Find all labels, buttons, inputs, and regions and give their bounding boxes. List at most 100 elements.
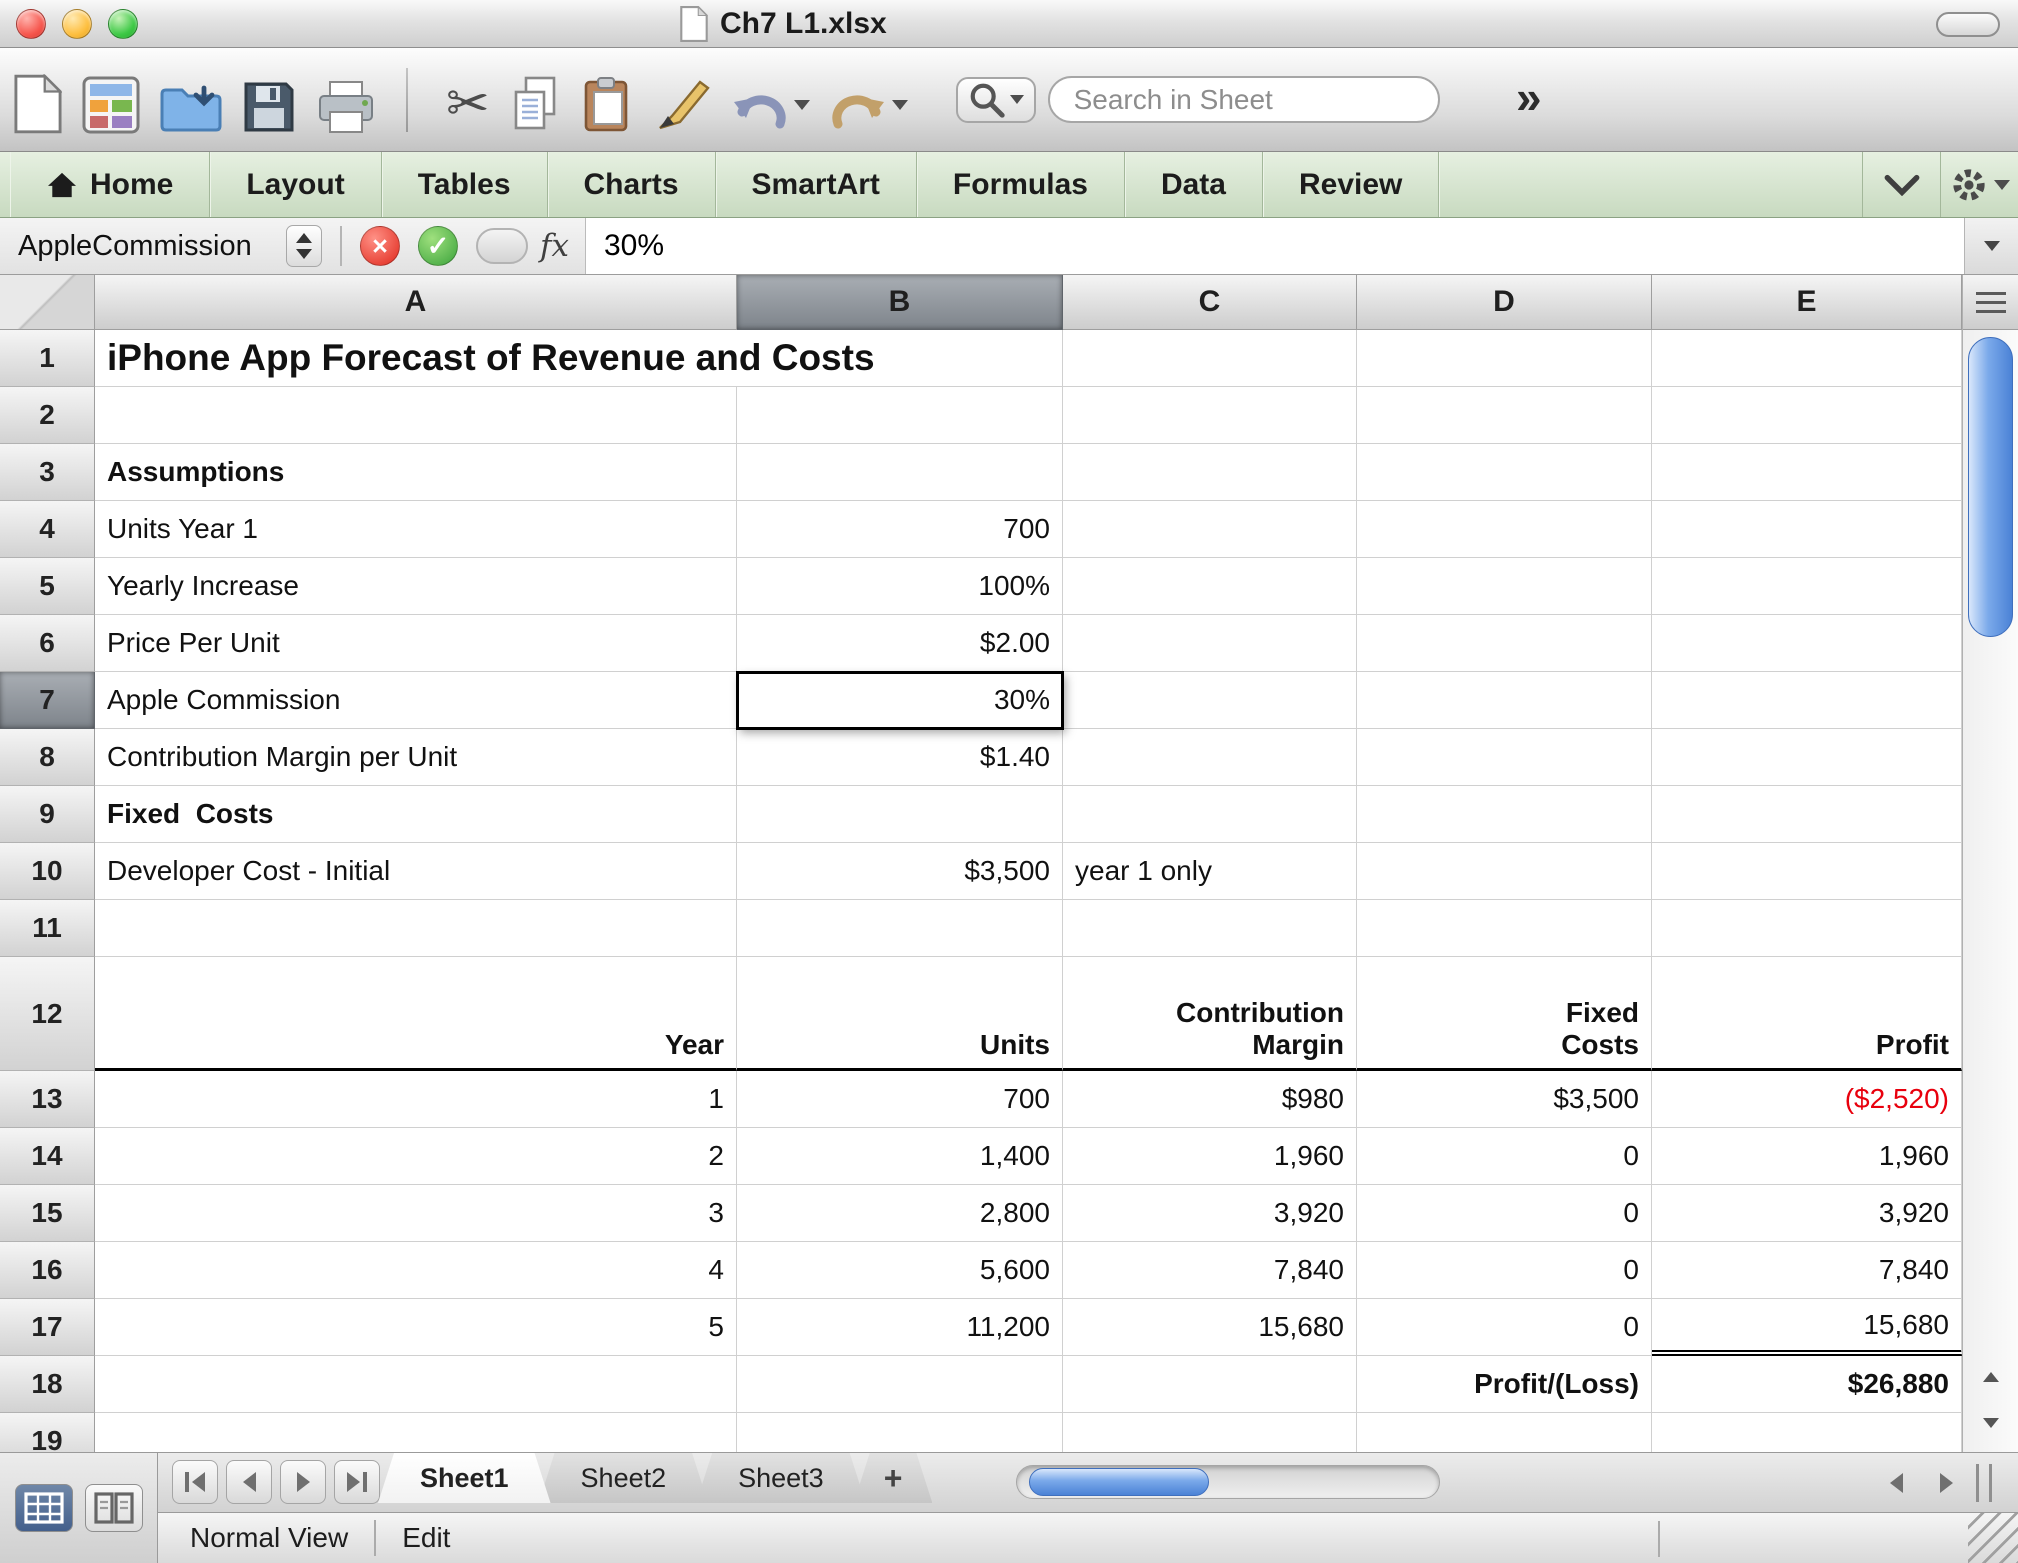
cell[interactable]: Contribution Margin per Unit (95, 729, 737, 786)
row-header[interactable]: 13 (0, 1071, 95, 1128)
cell[interactable] (1652, 1413, 1962, 1452)
cell[interactable] (1063, 444, 1357, 501)
cell[interactable] (1063, 1413, 1357, 1452)
zoom-button[interactable] (108, 9, 138, 39)
row-header[interactable]: 19 (0, 1413, 95, 1452)
cell[interactable] (1652, 444, 1962, 501)
tab-splitter-grip[interactable] (1976, 1464, 1992, 1502)
cell[interactable]: 1,960 (1652, 1128, 1962, 1185)
vertical-scrollbar-thumb[interactable] (1968, 337, 2013, 637)
cell[interactable]: ($2,520) (1652, 1071, 1962, 1128)
row-header[interactable]: 10 (0, 843, 95, 900)
cell[interactable] (1357, 444, 1652, 501)
vertical-scrollbar[interactable] (1962, 275, 2018, 1452)
scroll-left-button[interactable] (1876, 1463, 1916, 1503)
row-header[interactable]: 4 (0, 501, 95, 558)
tab-smartart[interactable]: SmartArt (716, 152, 917, 217)
row-header[interactable]: 15 (0, 1185, 95, 1242)
cell[interactable] (1652, 615, 1962, 672)
row-header[interactable]: 16 (0, 1242, 95, 1299)
row-header[interactable]: 8 (0, 729, 95, 786)
ribbon-collapse-button[interactable] (1862, 152, 1940, 217)
cell[interactable]: 3 (95, 1185, 737, 1242)
new-document-button[interactable] (14, 62, 62, 138)
cell[interactable]: 11,200 (737, 1299, 1063, 1356)
cell[interactable]: Profit (1652, 957, 1962, 1071)
cell[interactable]: 0 (1357, 1128, 1652, 1185)
tab-tables[interactable]: Tables (382, 152, 548, 217)
tab-review[interactable]: Review (1263, 152, 1440, 217)
cell[interactable] (95, 387, 737, 444)
column-header-c[interactable]: C (1063, 275, 1357, 330)
cell[interactable]: Units Year 1 (95, 501, 737, 558)
cell[interactable] (1063, 330, 1357, 387)
cell[interactable] (1652, 729, 1962, 786)
cell[interactable] (1063, 1356, 1357, 1413)
row-header[interactable]: 2 (0, 387, 95, 444)
horizontal-scrollbar[interactable] (1016, 1465, 1440, 1499)
cell[interactable]: 3,920 (1652, 1185, 1962, 1242)
cell[interactable] (737, 1356, 1063, 1413)
cell[interactable] (737, 786, 1063, 843)
cell[interactable] (1357, 729, 1652, 786)
scroll-down-button[interactable] (1963, 1400, 2018, 1446)
sheet-tab-sheet1[interactable]: Sheet1 (378, 1453, 551, 1503)
cell[interactable]: 7,840 (1652, 1242, 1962, 1299)
row-header[interactable]: 5 (0, 558, 95, 615)
row-header[interactable]: 14 (0, 1128, 95, 1185)
cell[interactable]: 1,960 (1063, 1128, 1357, 1185)
add-sheet-button[interactable]: + (854, 1453, 933, 1503)
cell[interactable] (1063, 615, 1357, 672)
name-box[interactable]: AppleCommission (0, 230, 286, 263)
toolbar-overflow-button[interactable]: » (1516, 70, 1542, 124)
accept-entry-button[interactable]: ✓ (418, 226, 458, 266)
cell[interactable] (1652, 672, 1962, 729)
window-resize-grip[interactable] (1968, 1513, 2018, 1563)
cell[interactable] (1357, 672, 1652, 729)
cancel-entry-button[interactable]: × (360, 226, 400, 266)
row-header[interactable]: 17 (0, 1299, 95, 1356)
cell[interactable]: 2,800 (737, 1185, 1063, 1242)
cell[interactable] (1652, 900, 1962, 957)
cell[interactable]: 700 (737, 501, 1063, 558)
redo-button[interactable] (830, 62, 908, 138)
cell[interactable]: 700 (737, 1071, 1063, 1128)
cell[interactable]: 7,840 (1063, 1242, 1357, 1299)
cut-button[interactable]: ✂ (446, 62, 490, 138)
cell[interactable] (1357, 558, 1652, 615)
cell[interactable] (1063, 786, 1357, 843)
cell[interactable] (1357, 786, 1652, 843)
cell[interactable]: $26,880 (1652, 1356, 1962, 1413)
cell[interactable]: 0 (1357, 1242, 1652, 1299)
cell[interactable] (1063, 672, 1357, 729)
cell[interactable] (1357, 900, 1652, 957)
close-button[interactable] (16, 9, 46, 39)
cell[interactable] (737, 387, 1063, 444)
fx-label[interactable]: fx (540, 228, 569, 264)
cell[interactable] (1652, 330, 1962, 387)
row-header[interactable]: 12 (0, 957, 95, 1071)
selected-cell-b7[interactable]: 30% (736, 671, 1064, 730)
cell[interactable]: 1,400 (737, 1128, 1063, 1185)
toolbar-toggle-button[interactable] (1936, 12, 2000, 37)
cell[interactable]: $980 (1063, 1071, 1357, 1128)
column-header-e[interactable]: E (1652, 275, 1962, 330)
cell[interactable]: 5 (95, 1299, 737, 1356)
cell[interactable]: 5,600 (737, 1242, 1063, 1299)
column-header-d[interactable]: D (1357, 275, 1652, 330)
first-sheet-button[interactable] (172, 1460, 218, 1504)
row-header[interactable]: 6 (0, 615, 95, 672)
cell[interactable]: 0 (1357, 1299, 1652, 1356)
cell[interactable]: 15,680 (1063, 1299, 1357, 1356)
column-header-b[interactable]: B (737, 275, 1063, 330)
workbook-gallery-button[interactable] (82, 62, 140, 138)
select-all-corner[interactable] (0, 275, 95, 330)
cell[interactable] (1357, 501, 1652, 558)
redo-dropdown-caret[interactable] (891, 99, 908, 110)
cell[interactable] (737, 900, 1063, 957)
cell[interactable]: Developer Cost - Initial (95, 843, 737, 900)
cell[interactable] (737, 444, 1063, 501)
split-handle-button[interactable] (1963, 275, 2018, 330)
cell[interactable]: 100% (737, 558, 1063, 615)
cell[interactable]: Profit/(Loss) (1357, 1356, 1652, 1413)
